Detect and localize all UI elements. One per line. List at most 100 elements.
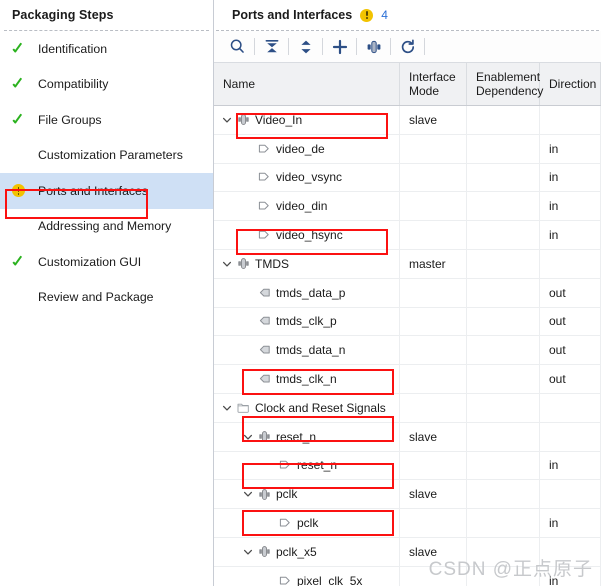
cell-interface-mode[interactable] (400, 192, 467, 221)
chevron-down-icon[interactable] (240, 547, 255, 557)
expand-all-icon[interactable] (290, 33, 321, 60)
table-row[interactable]: tmds_data_p out (214, 278, 601, 308)
cell-enablement-dependency[interactable] (467, 537, 540, 566)
cell-enablement-dependency[interactable] (467, 509, 540, 537)
cell-interface-mode[interactable] (400, 566, 467, 586)
cell-interface-mode[interactable]: master (400, 249, 467, 278)
sidebar-item-ports-and-interfaces[interactable]: Ports and Interfaces (0, 173, 213, 209)
cell-direction[interactable] (540, 106, 601, 134)
cell-direction[interactable]: in (540, 192, 601, 221)
column-header-interface-mode[interactable]: Interface Mode (400, 63, 467, 105)
cell-direction[interactable]: in (540, 451, 601, 480)
cell-interface-mode[interactable] (400, 307, 467, 336)
cell-direction[interactable] (540, 422, 601, 451)
cell-name[interactable]: reset_n (214, 451, 400, 480)
sidebar-item-customization-parameters[interactable]: Customization Parameters (0, 138, 213, 174)
cell-name[interactable]: Clock and Reset Signals (214, 393, 400, 422)
cell-enablement-dependency[interactable] (467, 134, 540, 163)
table-row[interactable]: tmds_data_n out (214, 336, 601, 366)
column-header-direction[interactable]: Direction (540, 63, 601, 105)
table-row[interactable]: TMDS master (214, 249, 601, 279)
cell-interface-mode[interactable]: slave (400, 480, 467, 509)
cell-direction[interactable] (540, 537, 601, 566)
cell-direction[interactable]: in (540, 163, 601, 192)
cell-direction[interactable]: in (540, 221, 601, 249)
cell-direction[interactable]: in (540, 566, 601, 586)
cell-name[interactable]: TMDS (214, 249, 400, 278)
cell-enablement-dependency[interactable] (467, 422, 540, 451)
cell-interface-mode[interactable] (400, 365, 467, 393)
table-row[interactable]: video_hsync in (214, 221, 601, 250)
auto-infer-interface-icon[interactable] (358, 33, 389, 60)
column-header-name[interactable]: Name (214, 63, 400, 105)
add-icon[interactable] (324, 33, 355, 60)
cell-direction[interactable] (540, 249, 601, 278)
cell-name[interactable]: pclk (214, 480, 400, 509)
chevron-down-icon[interactable] (219, 403, 234, 413)
cell-enablement-dependency[interactable] (467, 221, 540, 249)
cell-direction[interactable] (540, 393, 601, 422)
table-row[interactable]: reset_n slave (214, 422, 601, 452)
cell-name[interactable]: video_vsync (214, 163, 400, 192)
collapse-all-icon[interactable] (256, 33, 287, 60)
cell-interface-mode[interactable] (400, 509, 467, 537)
table-row[interactable]: pclk slave (214, 480, 601, 510)
cell-interface-mode[interactable] (400, 221, 467, 249)
refresh-icon[interactable] (392, 33, 423, 60)
cell-enablement-dependency[interactable] (467, 480, 540, 509)
cell-name[interactable]: pclk_x5 (214, 537, 400, 566)
cell-direction[interactable]: in (540, 509, 601, 537)
cell-interface-mode[interactable]: slave (400, 537, 467, 566)
cell-enablement-dependency[interactable] (467, 451, 540, 480)
cell-enablement-dependency[interactable] (467, 307, 540, 336)
sidebar-item-addressing-and-memory[interactable]: Addressing and Memory (0, 209, 213, 245)
cell-name[interactable]: tmds_data_n (214, 336, 400, 365)
cell-interface-mode[interactable] (400, 134, 467, 163)
table-row[interactable]: video_vsync in (214, 163, 601, 193)
cell-enablement-dependency[interactable] (467, 336, 540, 365)
cell-interface-mode[interactable] (400, 163, 467, 192)
chevron-down-icon[interactable] (240, 489, 255, 499)
cell-name[interactable]: tmds_clk_n (214, 365, 400, 393)
cell-name[interactable]: Video_In (214, 106, 400, 134)
cell-enablement-dependency[interactable] (467, 278, 540, 307)
cell-enablement-dependency[interactable] (467, 365, 540, 393)
sidebar-item-compatibility[interactable]: Compatibility (0, 67, 213, 103)
sidebar-item-review-and-package[interactable]: Review and Package (0, 280, 213, 316)
cell-interface-mode[interactable] (400, 393, 467, 422)
cell-interface-mode[interactable]: slave (400, 106, 467, 134)
sidebar-item-identification[interactable]: Identification (0, 31, 213, 67)
cell-name[interactable]: video_hsync (214, 221, 400, 249)
cell-direction[interactable]: out (540, 278, 601, 307)
table-row[interactable]: pixel_clk_5x in (214, 566, 601, 586)
cell-name[interactable]: tmds_clk_p (214, 307, 400, 336)
cell-name[interactable]: reset_n (214, 422, 400, 451)
cell-interface-mode[interactable]: slave (400, 422, 467, 451)
cell-direction[interactable]: out (540, 365, 601, 393)
table-row[interactable]: pclk in (214, 509, 601, 538)
table-row[interactable]: Clock and Reset Signals (214, 393, 601, 423)
cell-direction[interactable]: in (540, 134, 601, 163)
cell-enablement-dependency[interactable] (467, 106, 540, 134)
cell-direction[interactable]: out (540, 336, 601, 365)
cell-name[interactable]: tmds_data_p (214, 278, 400, 307)
column-header-enablement-dependency[interactable]: Enablement Dependency (467, 63, 543, 105)
table-row[interactable]: tmds_clk_p out (214, 307, 601, 337)
chevron-down-icon[interactable] (219, 115, 234, 125)
table-row[interactable]: pclk_x5 slave (214, 537, 601, 567)
cell-direction[interactable]: out (540, 307, 601, 336)
sidebar-item-file-groups[interactable]: File Groups (0, 102, 213, 138)
chevron-down-icon[interactable] (219, 259, 234, 269)
cell-interface-mode[interactable] (400, 451, 467, 480)
cell-name[interactable]: pixel_clk_5x (214, 566, 400, 586)
table-row[interactable]: reset_n in (214, 451, 601, 481)
cell-interface-mode[interactable] (400, 278, 467, 307)
cell-enablement-dependency[interactable] (467, 163, 540, 192)
cell-enablement-dependency[interactable] (467, 566, 540, 586)
table-row[interactable]: video_de in (214, 134, 601, 164)
cell-name[interactable]: video_de (214, 134, 400, 163)
cell-direction[interactable] (540, 480, 601, 509)
search-icon[interactable] (222, 33, 253, 60)
cell-interface-mode[interactable] (400, 336, 467, 365)
cell-name[interactable]: video_din (214, 192, 400, 221)
